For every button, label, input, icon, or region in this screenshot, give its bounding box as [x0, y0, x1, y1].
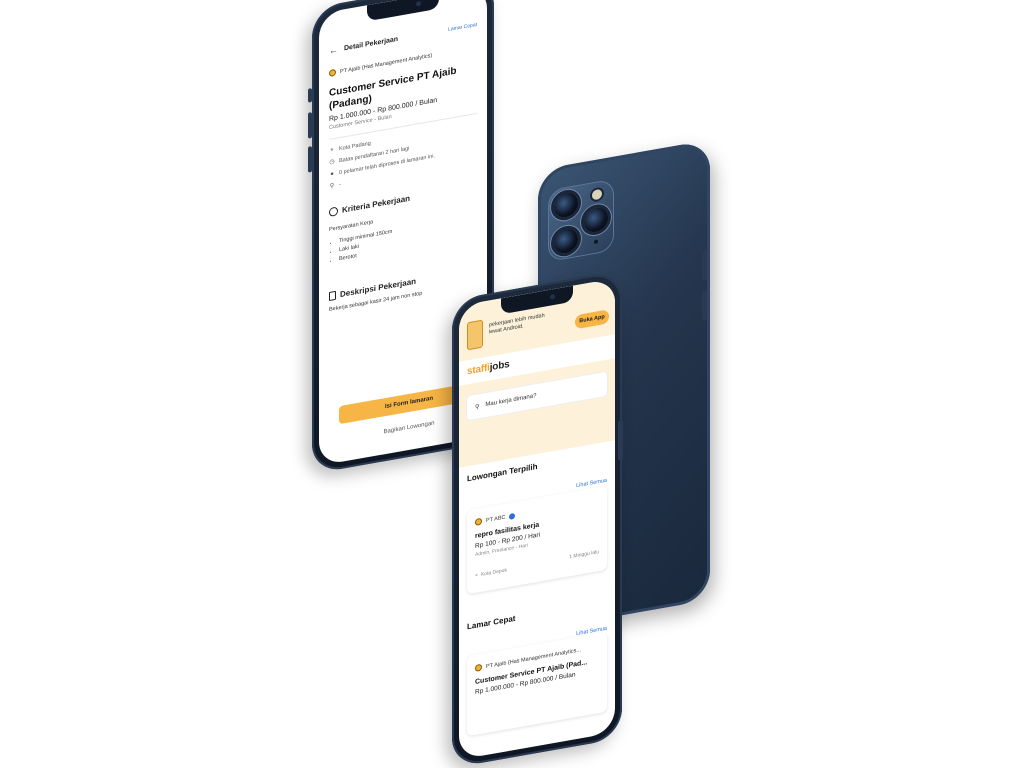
- side-button: [702, 290, 707, 322]
- page-title: Detail Pekerjaan: [344, 35, 399, 52]
- person-icon: ●: [330, 171, 334, 178]
- brand-suffix: jobs: [489, 358, 510, 374]
- info-text: -: [339, 181, 341, 189]
- job-card[interactable]: PT ABC repro fasilitas kerja Rp 100 - Rp…: [467, 485, 607, 595]
- clipboard-icon: [329, 290, 336, 302]
- company-name: PT ABC: [486, 514, 506, 524]
- clock-icon: ◷: [329, 159, 335, 166]
- volume-down-button: [308, 146, 312, 173]
- requirements-list: Tinggi minimal 150cm Laki laki Berotot: [329, 213, 477, 266]
- camera-lens-icon: [554, 190, 578, 220]
- search-icon: ⚲: [329, 183, 335, 190]
- verified-badge-icon: [509, 512, 516, 520]
- camera-lens-icon: [584, 205, 608, 234]
- location-icon: ⌖: [475, 572, 478, 579]
- camera-lens-icon: [554, 226, 578, 256]
- criteria-section-title: Kriteria Pekerjaan: [329, 182, 477, 218]
- criteria-title: Kriteria Pekerjaan: [342, 193, 411, 215]
- card-location: ⌖ Kota Depok: [475, 567, 507, 579]
- microphone-icon: [594, 239, 598, 245]
- open-app-button[interactable]: Buka App: [575, 309, 609, 330]
- mute-switch: [308, 88, 312, 103]
- quick-apply-link[interactable]: Lamar Cepat: [448, 22, 477, 33]
- location-icon: ⌖: [330, 147, 334, 154]
- phone-screen: pekerjaan lebih mudah lewat Android. Buk…: [459, 278, 615, 760]
- company-logo: [475, 663, 482, 672]
- info-text: Kota Padang: [339, 140, 371, 153]
- home-content: pekerjaan lebih mudah lewat Android. Buk…: [459, 278, 615, 760]
- phone-home-screen: pekerjaan lebih mudah lewat Android. Buk…: [452, 270, 623, 768]
- company-logo: [329, 68, 336, 78]
- brand-logo[interactable]: staffijobs: [467, 359, 509, 377]
- job-card[interactable]: PT Ajaib (Has Management Analytics... Cu…: [467, 631, 607, 737]
- card-posted-time: 1 Minggu lalu: [569, 549, 599, 561]
- camera-module: [548, 178, 614, 263]
- back-arrow-icon[interactable]: ←: [329, 44, 338, 56]
- promo-text: pekerjaan lebih mudah lewat Android.: [489, 312, 545, 336]
- front-camera-icon: [550, 293, 555, 300]
- brand-prefix: staffi: [467, 362, 490, 378]
- power-button: [618, 419, 623, 461]
- user-circle-icon: [329, 206, 338, 218]
- quick-apply-title: Lamar Cepat: [467, 613, 516, 632]
- search-input[interactable]: ⚲ Mau kerja dimana?: [467, 371, 607, 421]
- location-text: Kota Depok: [480, 567, 507, 578]
- card-company: PT ABC: [475, 512, 516, 526]
- company-logo: [475, 517, 482, 526]
- front-camera-icon: [416, 0, 421, 7]
- search-icon: ⚲: [475, 403, 480, 411]
- flash-icon: [592, 188, 602, 201]
- volume-up-button: [308, 112, 312, 139]
- side-button: [702, 250, 707, 282]
- phone-illustration-icon: [467, 319, 483, 351]
- search-placeholder: Mau kerja dimana?: [485, 393, 537, 409]
